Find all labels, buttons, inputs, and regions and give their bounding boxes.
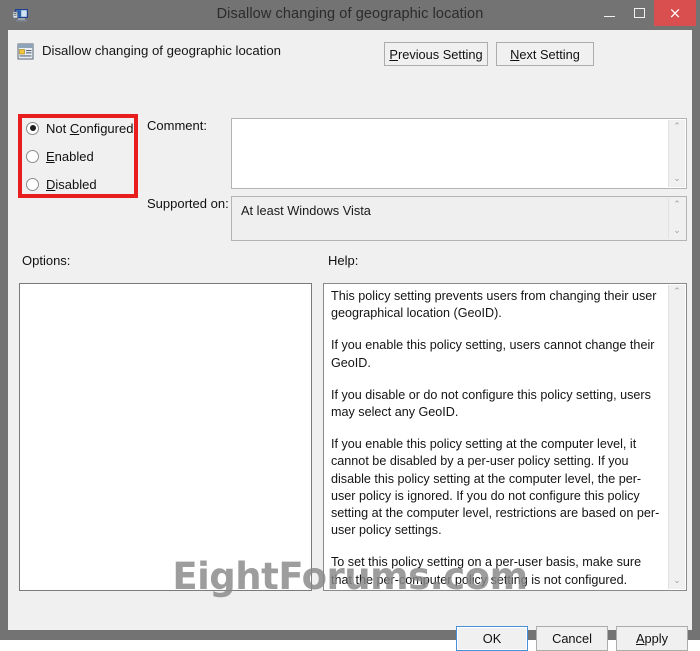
- help-text: This policy setting prevents users from …: [331, 288, 664, 604]
- radio-enabled[interactable]: Enabled: [26, 146, 94, 166]
- maximize-button[interactable]: [624, 0, 654, 26]
- options-label: Options:: [22, 253, 71, 268]
- comment-input[interactable]: ⌃ ⌄: [231, 118, 687, 189]
- chevron-down-icon[interactable]: ⌄: [669, 574, 685, 589]
- chevron-up-icon[interactable]: ⌃: [669, 285, 685, 300]
- options-pane[interactable]: [19, 283, 312, 591]
- next-setting-accelerator: N: [510, 46, 520, 62]
- apply-accelerator: A: [635, 631, 645, 646]
- help-scrollbar[interactable]: ⌃ ⌄: [668, 285, 685, 589]
- radio-enabled-indicator: [26, 149, 39, 163]
- supported-on-label: Supported on:: [147, 196, 229, 211]
- help-paragraph: If you enable this policy setting, users…: [331, 338, 655, 370]
- radio-enabled-label: Enabled: [46, 148, 94, 164]
- help-paragraph: If you enable this policy setting at the…: [331, 437, 660, 538]
- policy-title: Disallow changing of geographic location: [42, 43, 281, 58]
- help-label: Help:: [328, 253, 359, 268]
- radio-not-configured-indicator: [26, 121, 39, 135]
- cancel-button[interactable]: Cancel: [536, 626, 608, 651]
- close-icon: ×: [668, 3, 682, 22]
- supported-on-scrollbar[interactable]: ⌃ ⌄: [668, 198, 685, 239]
- minimize-button[interactable]: [594, 0, 624, 26]
- policy-setting-dialog-window: Disallow changing of geographic location…: [0, 0, 700, 651]
- minimize-icon: [603, 15, 615, 17]
- chevron-up-icon[interactable]: ⌃: [669, 120, 685, 135]
- ok-button[interactable]: OK: [456, 626, 528, 651]
- chevron-down-icon[interactable]: ⌄: [669, 172, 685, 187]
- next-setting-button[interactable]: Next Setting: [496, 42, 594, 66]
- radio-not-configured-label: Not Configured: [46, 120, 134, 136]
- dialog-client-area: Disallow changing of geographic location…: [8, 30, 692, 651]
- supported-on-field: At least Windows Vista ⌃ ⌄: [231, 196, 687, 241]
- supported-on-value: At least Windows Vista: [241, 203, 371, 218]
- policy-state-radio-group: Not Configured Enabled Disabled: [22, 116, 140, 196]
- radio-disabled-label: Disabled: [46, 176, 97, 192]
- apply-label-post: pply: [644, 631, 669, 646]
- comment-label: Comment:: [147, 118, 207, 133]
- comment-scrollbar[interactable]: ⌃ ⌄: [668, 120, 685, 187]
- policy-setting-icon: [16, 42, 35, 61]
- title-bar: Disallow changing of geographic location…: [0, 0, 700, 30]
- chevron-down-icon[interactable]: ⌄: [669, 224, 685, 239]
- help-pane: This policy setting prevents users from …: [323, 283, 687, 591]
- help-paragraph: If you disable or do not configure this …: [331, 387, 651, 420]
- apply-button[interactable]: Apply: [616, 626, 688, 651]
- next-setting-label-post: ext Setting: [519, 46, 580, 62]
- close-button[interactable]: ×: [654, 0, 696, 26]
- radio-not-configured[interactable]: Not Configured: [26, 118, 133, 138]
- maximize-icon: [633, 8, 645, 18]
- radio-disabled[interactable]: Disabled: [26, 174, 97, 194]
- chevron-up-icon[interactable]: ⌃: [669, 198, 685, 213]
- previous-setting-label-post: revious Setting: [397, 46, 483, 62]
- previous-setting-accelerator: P: [389, 46, 398, 62]
- help-paragraph: To set this policy setting on a per-user…: [331, 555, 642, 587]
- help-paragraph: This policy setting prevents users from …: [331, 289, 657, 321]
- previous-setting-button[interactable]: Previous Setting: [384, 42, 488, 66]
- radio-disabled-indicator: [26, 177, 39, 191]
